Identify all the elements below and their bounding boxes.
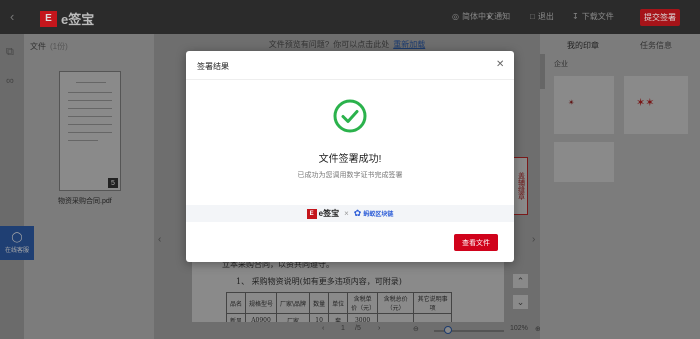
zoom-level: 102% <box>510 325 528 332</box>
panel-scrollbar[interactable] <box>540 54 545 89</box>
doc-table-cell: 厂家\品牌 <box>276 292 311 314</box>
prev-arrow-icon[interactable]: ‹ <box>158 234 161 245</box>
notice-text: 文件预览有问题? <box>268 39 330 49</box>
thumb-line <box>68 92 112 93</box>
zoom-out-icon[interactable]: ⊖ <box>413 325 419 333</box>
page-current[interactable]: 1 <box>341 325 345 332</box>
seal-card[interactable] <box>554 142 614 182</box>
dialog-title: 签署结果 <box>197 62 229 71</box>
page-count-badge: 5 <box>108 178 118 188</box>
thumb-line <box>76 82 106 83</box>
doc-table-header-row: 品名 规格型号 厂家\品牌 数量 单位 含税单价（元） 含税总价（元） 其它说明… <box>225 292 453 314</box>
scroll-top-icon[interactable]: ⌃ <box>513 274 528 288</box>
top-bar: ‹ E e签宝 ◎ 简体中文 ♦ 通知 □ 退出 ↧ 下载文件 提交签署 <box>0 0 700 34</box>
doc-table-cell: 规格型号 <box>245 292 278 314</box>
download-label: 下载文件 <box>581 12 614 21</box>
partner-strip: E e签宝 × ✿ 蚂蚁区块链 <box>186 205 514 222</box>
thumb-line <box>68 132 112 133</box>
tab-task-info[interactable]: 任务信息 <box>640 40 672 51</box>
download-button[interactable]: ↧ 下载文件 <box>572 11 614 22</box>
exit-button[interactable]: □ 退出 <box>530 11 554 22</box>
file-list-panel: 文件 (1份) 5 物资采购合同.pdf <box>24 34 154 339</box>
success-check-icon <box>333 99 367 133</box>
online-help-button[interactable]: ◯ 在线客服 <box>0 226 34 260</box>
file-list-title: 文件 (1份) <box>30 41 68 52</box>
signature-stamp-icon: ✶✶ <box>636 97 655 109</box>
back-arrow-icon[interactable]: ‹ <box>10 9 14 24</box>
file-list-title-text: 文件 <box>30 42 46 51</box>
next-arrow-icon[interactable]: › <box>532 234 535 245</box>
scroll-bottom-icon[interactable]: ⌄ <box>513 295 528 309</box>
thumb-line <box>68 124 112 125</box>
thumb-line <box>68 116 112 117</box>
pagination-bar: ‹ 1 /5 › ⊖ 102% ⊕ <box>154 322 541 339</box>
esign-logo-mark: E <box>306 208 317 219</box>
doc-text-line: 1、 采购物资说明(如有更多违项内容，可附录) <box>236 277 402 286</box>
success-subtext: 已成功为您调用数字证书完成签署 <box>297 172 403 179</box>
close-icon[interactable]: ✕ <box>496 59 504 70</box>
view-file-button[interactable]: 查看文件 <box>454 234 498 251</box>
doc-table-cell: 其它说明事项 <box>413 292 453 314</box>
notify-label: 通知 <box>494 12 511 21</box>
notice-tail: 你可以点击此处 <box>333 39 390 49</box>
next-page-icon[interactable]: › <box>378 325 380 332</box>
exit-icon: □ <box>530 12 535 21</box>
right-panel: 我的印章 任务信息 企业 ✴ ✶✶ <box>540 34 700 339</box>
esign-logo-text: e签宝 <box>318 209 340 218</box>
doc-table-cell: 品名 <box>225 292 247 314</box>
seal-category-label: 企业 <box>554 61 568 68</box>
seal-stamp-icon: ✴ <box>568 98 575 107</box>
thumb-line <box>68 100 112 101</box>
cross-icon: × <box>344 209 349 218</box>
zoom-slider-knob[interactable] <box>444 326 452 334</box>
seam-seal-tab[interactable]: 盖辅缝章 <box>513 157 528 215</box>
headset-icon: ◯ <box>11 232 23 243</box>
exit-label: 退出 <box>537 12 554 21</box>
dialog-header: 签署结果 ✕ <box>186 51 514 80</box>
antchain-text: 蚂蚁区块链 <box>363 212 394 218</box>
page-total: /5 <box>355 325 361 332</box>
prev-page-icon[interactable]: ‹ <box>322 325 324 332</box>
antchain-icon: ✿ <box>353 208 362 218</box>
seal-card[interactable]: ✶✶ <box>624 76 688 134</box>
file-thumbnail[interactable]: 5 <box>59 71 121 191</box>
logo-text: e签宝 <box>61 12 95 27</box>
attachment-icon[interactable]: ∞ <box>6 75 18 87</box>
success-heading: 文件签署成功! <box>318 154 382 165</box>
thumb-line <box>68 108 112 109</box>
doc-table-cell: 数量 <box>309 292 330 314</box>
file-name: 物资采购合同.pdf <box>58 198 112 205</box>
globe-icon: ◎ <box>452 12 459 21</box>
logo-mark: E <box>40 10 57 27</box>
download-icon: ↧ <box>572 12 579 21</box>
left-rail: ⧉ ∞ <box>0 34 24 339</box>
doc-table-cell: 含税单价（元） <box>347 292 379 314</box>
submit-sign-button[interactable]: 提交签署 <box>640 9 680 26</box>
reload-link[interactable]: 重新加载 <box>393 39 425 50</box>
doc-table-cell: 含税总价（元） <box>377 292 415 314</box>
file-count: (1份) <box>50 42 68 51</box>
notify-button[interactable]: ♦ 通知 <box>487 11 510 22</box>
seal-card[interactable]: ✴ <box>554 76 614 134</box>
online-help-label: 在线客服 <box>4 248 29 254</box>
esign-logo: E e签宝 <box>306 208 340 219</box>
sign-result-dialog: 签署结果 ✕ 文件签署成功! 已成功为您调用数字证书完成签署 E e签宝 × ✿… <box>186 51 514 262</box>
tab-my-seals[interactable]: 我的印章 <box>567 40 599 51</box>
antchain-logo: ✿ 蚂蚁区块链 <box>354 208 394 219</box>
thumb-line <box>68 140 98 141</box>
bell-icon: ♦ <box>487 12 492 21</box>
doc-table-cell: 单位 <box>328 292 349 314</box>
app-logo: E e签宝 <box>40 9 94 28</box>
files-icon[interactable]: ⧉ <box>6 46 18 58</box>
